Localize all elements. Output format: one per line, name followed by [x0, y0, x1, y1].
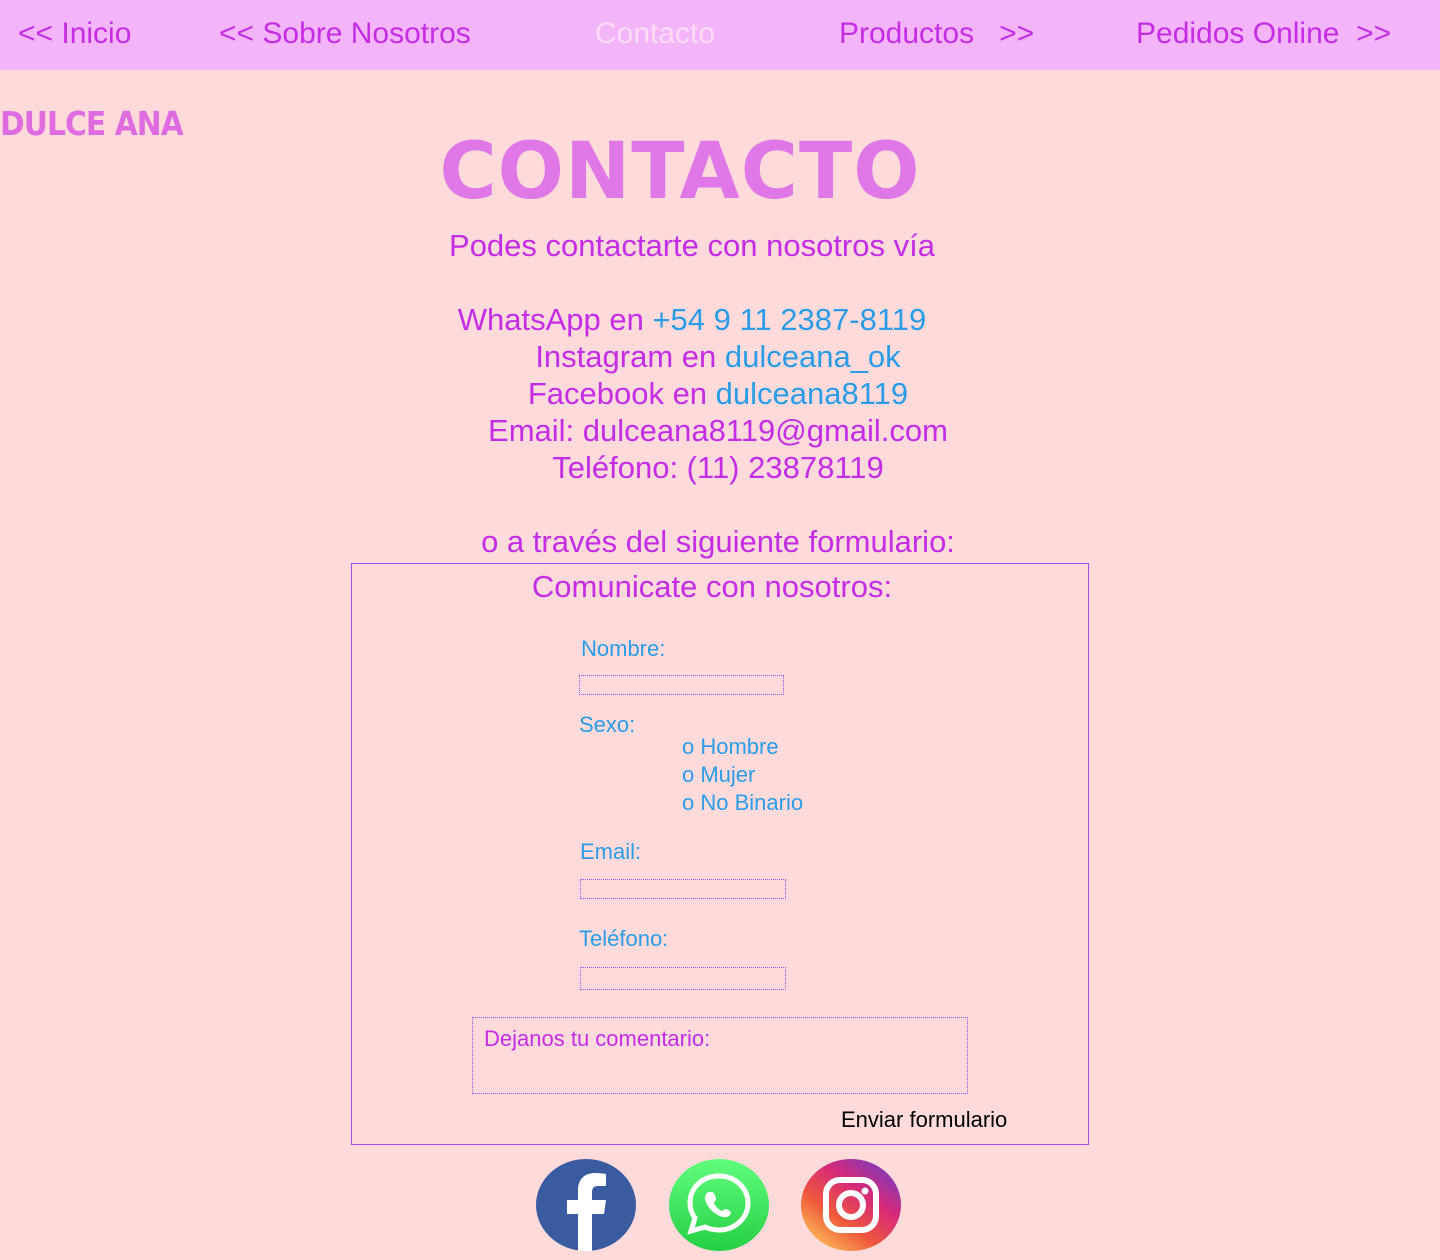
page-title: Contacto [439, 127, 921, 217]
whatsapp-link[interactable] [669, 1159, 769, 1251]
whatsapp-number-link[interactable]: +54 9 11 2387-8119 [652, 302, 926, 337]
nav-link-pedidos-online[interactable]: Pedidos Online >> [1136, 17, 1391, 51]
nav-link-contacto[interactable]: Contacto [595, 17, 715, 51]
contact-instagram-line: Instagram en dulceana_ok [26, 339, 1410, 375]
nav-link-inicio[interactable]: << Inicio [18, 17, 131, 51]
sex-option-no-binario[interactable]: o No Binario [682, 789, 803, 817]
sex-label: Sexo: [579, 712, 636, 737]
whatsapp-label: WhatsApp en [457, 302, 653, 337]
sex-option-hombre[interactable]: o Hombre [682, 733, 779, 761]
comment-textarea[interactable]: Dejanos tu comentario: [472, 1017, 968, 1094]
contact-facebook-line: Facebook en dulceana8119 [26, 376, 1410, 412]
form-title: Comunicate con nosotros: [531, 569, 893, 604]
sex-option-mujer[interactable]: o Mujer [682, 761, 755, 789]
nav-link-sobre-nosotros[interactable]: << Sobre Nosotros [219, 17, 471, 51]
facebook-icon [536, 1159, 636, 1251]
contact-whatsapp-line: WhatsApp en +54 9 11 2387-8119 [0, 302, 1384, 338]
contact-email-line: Email: dulceana8119@gmail.com [488, 413, 948, 448]
comment-placeholder: Dejanos tu comentario: [484, 1026, 711, 1051]
top-nav: << Inicio << Sobre Nosotros Contacto Pro… [0, 0, 1440, 70]
name-field[interactable] [579, 675, 784, 695]
facebook-handle-link[interactable]: dulceana8119 [716, 376, 909, 411]
name-label: Nombre: [581, 636, 666, 661]
page: << Inicio << Sobre Nosotros Contacto Pro… [0, 0, 1440, 1260]
instagram-link[interactable] [801, 1159, 901, 1251]
phone-field[interactable] [580, 967, 786, 990]
nav-link-productos[interactable]: Productos >> [839, 17, 1034, 51]
facebook-label: Facebook en [527, 376, 716, 411]
instagram-handle-link[interactable]: dulceana_ok [725, 339, 901, 374]
contact-form: Comunicate con nosotros: Nombre: Sexo: o… [351, 563, 1089, 1145]
email-label: Email: [580, 839, 642, 864]
email-field[interactable] [580, 879, 786, 899]
instagram-label: Instagram en [535, 339, 725, 374]
phone-label: Teléfono: [579, 926, 669, 951]
submit-button[interactable]: Enviar formulario [841, 1107, 1007, 1133]
facebook-link[interactable] [536, 1159, 636, 1251]
instagram-icon [801, 1159, 901, 1251]
form-intro: o a través del siguiente formulario: [481, 524, 955, 559]
whatsapp-icon [669, 1159, 769, 1251]
contact-intro: Podes contactarte con nosotros vía [449, 228, 935, 263]
contact-phone-line: Teléfono: (11) 23878119 [552, 450, 884, 485]
